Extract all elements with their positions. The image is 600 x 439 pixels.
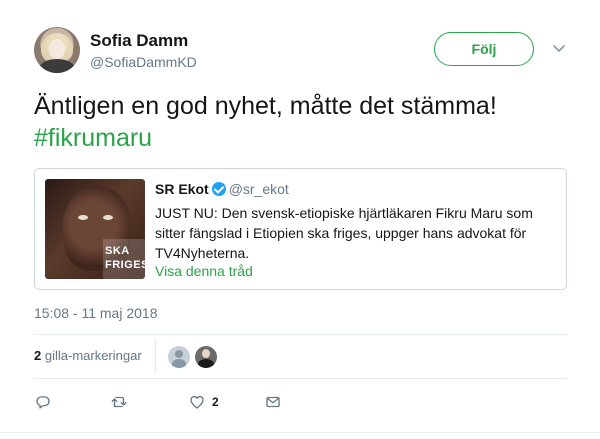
likes-label: gilla-markeringar <box>44 348 142 363</box>
image-text-friges: FRIGES <box>105 259 145 271</box>
quoted-tweet-body: JUST NU: Den svensk-etiopiske hjärtläkar… <box>155 205 533 261</box>
retweet-icon <box>111 396 127 408</box>
retweet-button[interactable] <box>110 392 128 412</box>
verified-badge-icon <box>211 182 226 196</box>
tweet-timestamp[interactable]: 15:08 - 11 maj 2018 <box>34 305 158 321</box>
hashtag-link[interactable]: #fikrumaru <box>34 122 574 154</box>
liker-avatar[interactable] <box>168 346 190 368</box>
mail-icon <box>266 396 280 408</box>
reply-icon <box>36 396 50 409</box>
quoted-tweet[interactable]: SKA FRIGES SR Ekot @sr_ekot JUST NU: Den … <box>34 168 567 290</box>
image-text-ska: SKA <box>105 245 130 257</box>
tweet-header: Sofia Damm @SofiaDammKD Följ <box>34 27 574 75</box>
quoted-author-handle[interactable]: @sr_ekot <box>229 181 289 197</box>
likes-count: 2 <box>34 348 42 363</box>
show-thread-link[interactable]: Visa denna tråd <box>155 263 253 279</box>
tweet-text: Äntligen en god nyhet, måtte det stämma!… <box>34 90 574 154</box>
reply-button[interactable] <box>34 392 52 412</box>
heart-icon <box>190 395 204 409</box>
quoted-author-name[interactable]: SR Ekot <box>155 181 209 197</box>
tweet-body: Äntligen en god nyhet, måtte det stämma! <box>34 92 497 120</box>
author-handle[interactable]: @SofiaDammKD <box>90 54 197 70</box>
divider <box>0 432 600 433</box>
likes-separator <box>155 338 156 374</box>
chevron-down-icon[interactable] <box>552 41 566 55</box>
quoted-tweet-header: SR Ekot @sr_ekot <box>155 181 289 197</box>
divider <box>34 378 567 379</box>
author-name[interactable]: Sofia Damm <box>90 31 188 51</box>
divider <box>34 334 567 335</box>
liker-avatar[interactable] <box>195 346 217 368</box>
author-avatar[interactable] <box>34 27 80 73</box>
like-count: 2 <box>212 395 219 409</box>
direct-message-button[interactable] <box>264 392 282 412</box>
like-button[interactable]: 2 <box>188 392 219 412</box>
quoted-tweet-image: SKA FRIGES <box>45 179 145 279</box>
tweet-actions: 2 <box>34 392 334 414</box>
likes-stat[interactable]: 2 gilla-markeringar <box>34 348 142 363</box>
follow-button[interactable]: Följ <box>434 32 534 66</box>
